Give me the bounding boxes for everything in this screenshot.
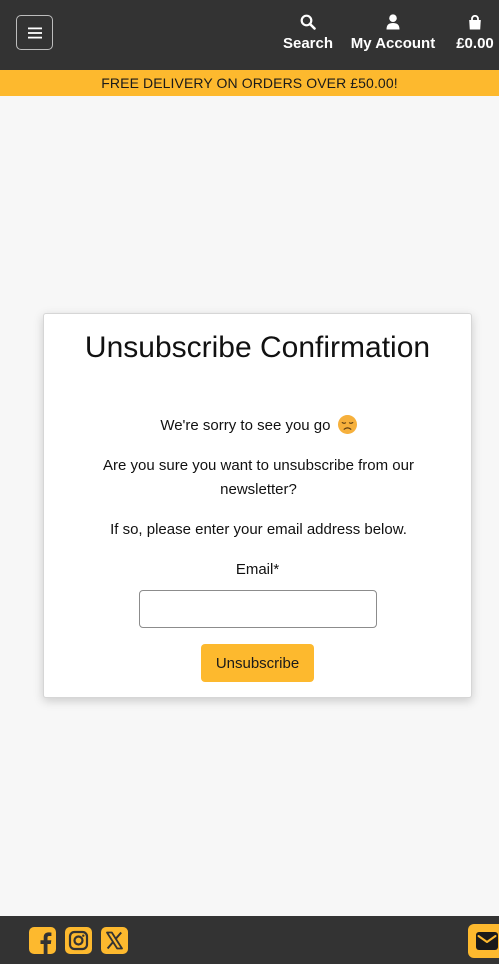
shopping-bag-icon [468, 12, 482, 32]
sorry-text: We're sorry to see you go [160, 417, 331, 434]
search-label: Search [282, 35, 334, 52]
menu-button[interactable] [16, 15, 53, 50]
facebook-link[interactable] [28, 926, 56, 954]
hamburger-menu-icon [27, 27, 42, 38]
envelope-icon [476, 932, 498, 950]
email-field[interactable] [139, 590, 377, 628]
x-link[interactable] [100, 926, 128, 954]
free-delivery-text: FREE DELIVERY ON ORDERS OVER £50.00! [101, 75, 398, 91]
my-account-label: My Account [350, 35, 436, 52]
sorry-message: We're sorry to see you go [84, 414, 433, 438]
facebook-icon [28, 926, 56, 954]
disappointed-face-icon [337, 415, 357, 434]
email-label: Email* [235, 561, 280, 578]
instagram-link[interactable] [64, 926, 92, 954]
newsletter-button[interactable] [468, 924, 499, 958]
site-header: Search My Account £0.00 [0, 0, 499, 70]
basket-button[interactable]: £0.00 [452, 12, 498, 56]
x-icon [100, 926, 128, 954]
unsubscribe-question: Are you sure you want to unsubscribe fro… [103, 457, 414, 498]
my-account-button[interactable]: My Account [349, 12, 437, 56]
search-icon [300, 12, 316, 32]
free-delivery-banner: FREE DELIVERY ON ORDERS OVER £50.00! [0, 70, 499, 96]
instagram-icon [64, 926, 92, 954]
search-button[interactable]: Search [282, 12, 334, 56]
page-title: Unsubscribe Confirmation [84, 331, 431, 364]
unsubscribe-card: Unsubscribe Confirmation We're sorry to … [43, 313, 472, 698]
basket-total: £0.00 [456, 35, 494, 52]
unsubscribe-button[interactable]: Unsubscribe [201, 644, 314, 682]
instruction-text: If so, please enter your email address b… [110, 521, 407, 538]
user-icon [386, 12, 400, 32]
site-footer [0, 916, 499, 964]
